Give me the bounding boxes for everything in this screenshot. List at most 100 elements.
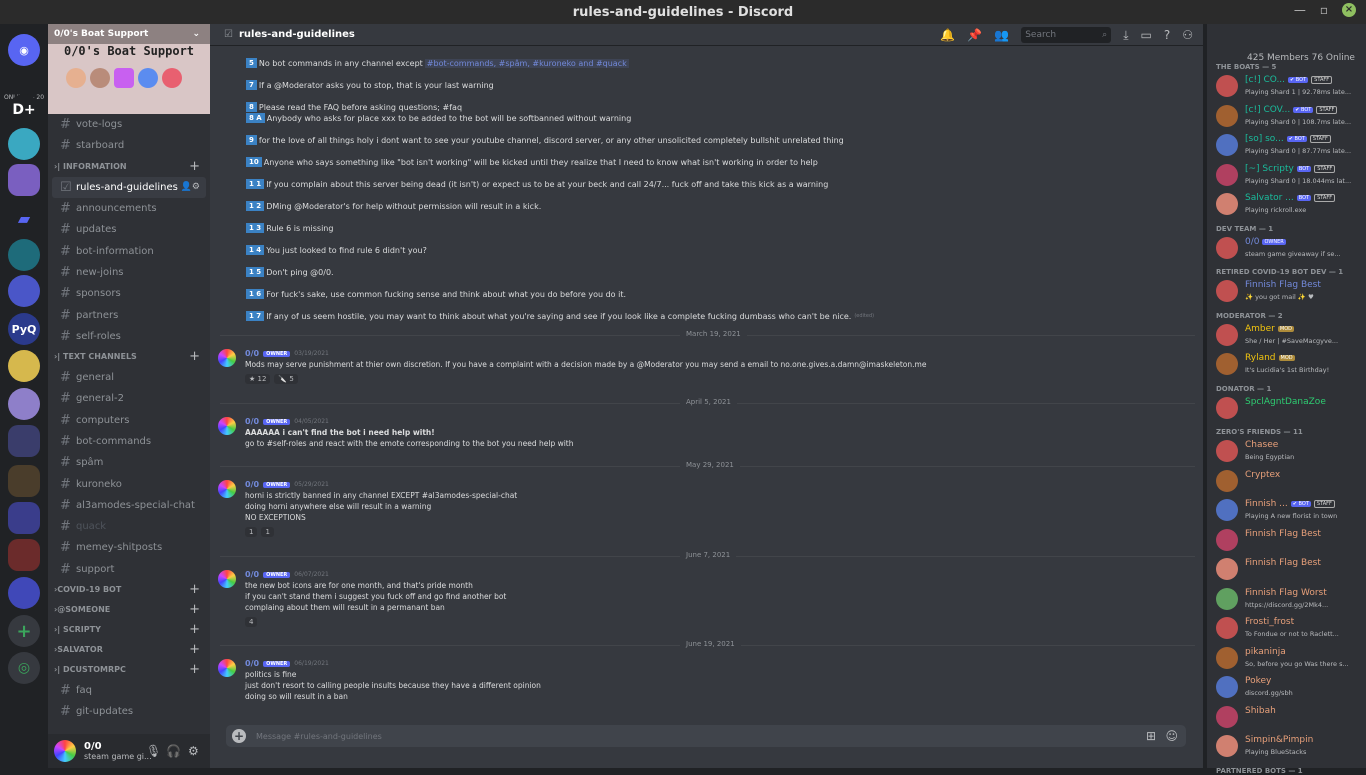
server-icon-dplus[interactable]: D+ xyxy=(8,94,40,126)
server-icon-7[interactable] xyxy=(8,577,40,609)
member-item[interactable]: Shibah xyxy=(1216,704,1366,730)
avatar[interactable] xyxy=(1216,75,1238,97)
avatar[interactable] xyxy=(1216,558,1238,580)
avatar[interactable] xyxy=(1216,353,1238,375)
server-icon-boat-support[interactable] xyxy=(8,164,40,196)
channel-item[interactable]: # new-joins xyxy=(48,262,210,283)
server-folder-4[interactable] xyxy=(8,539,40,571)
server-folder-3[interactable] xyxy=(8,502,40,534)
avatar[interactable] xyxy=(1216,587,1238,610)
member-item[interactable]: [~] Scripty BOT STAFF Playing Shard 0 | 18.… xyxy=(1216,162,1366,188)
member-item[interactable]: Pokey discord.gg/sbh xyxy=(1216,674,1366,700)
channel-category[interactable]: › @SOMEONE + xyxy=(48,600,210,620)
add-channel-icon[interactable]: + xyxy=(189,642,200,657)
close-icon[interactable]: × xyxy=(1342,3,1356,17)
server-icon-6[interactable] xyxy=(8,388,40,420)
pin-icon[interactable]: 📌 xyxy=(967,28,982,42)
avatar[interactable] xyxy=(1216,396,1238,419)
channel-item[interactable]: # self-roles xyxy=(48,326,210,347)
avatar[interactable] xyxy=(1216,134,1238,156)
member-item[interactable]: Frosti_frost To Fondue or not to Raclett.… xyxy=(1216,615,1366,641)
channel-item[interactable]: # support xyxy=(48,559,210,580)
channel-item[interactable]: # faq xyxy=(48,680,210,701)
channel-category[interactable]: › | DCUSTOMRPC + xyxy=(48,660,210,680)
add-channel-icon[interactable]: + xyxy=(189,622,200,637)
channel-category[interactable]: › COVID-19 BOT + xyxy=(48,580,210,600)
member-item[interactable]: pikaninja So, before you go Was there s..… xyxy=(1216,645,1366,671)
avatar[interactable] xyxy=(1216,469,1238,492)
add-channel-icon[interactable]: + xyxy=(189,582,200,597)
channel-settings-icon[interactable]: 👤⚙ xyxy=(181,182,200,192)
avatar[interactable] xyxy=(1216,193,1238,215)
channel-item[interactable]: # spâm xyxy=(48,452,210,473)
member-item[interactable]: Salvator ... BOT STAFF Playing rickroll.exe xyxy=(1216,191,1366,217)
server-folder-1[interactable] xyxy=(8,425,40,457)
settings-gear-icon[interactable]: ⚙ xyxy=(188,744,199,758)
search-input[interactable]: Search ⌕ xyxy=(1021,27,1112,43)
channel-item[interactable]: # announcements xyxy=(48,198,210,219)
explore-icon[interactable]: ◎ xyxy=(8,652,40,684)
server-icon-pyq[interactable]: PyQ xyxy=(8,313,40,345)
channel-item[interactable]: # bot-information xyxy=(48,240,210,261)
channel-item[interactable]: # computers xyxy=(48,410,210,431)
avatar[interactable] xyxy=(1216,676,1238,698)
server-header[interactable]: 0/0's Boat Support ⌄ xyxy=(48,24,210,44)
channel-item[interactable]: # al3amodes-special-chat xyxy=(48,495,210,516)
channel-category[interactable]: › | INFORMATION + xyxy=(48,157,210,177)
channel-item[interactable]: # quack xyxy=(48,516,210,537)
member-item[interactable]: Amber MOD She / Her | #SaveMacgyve... xyxy=(1216,322,1366,348)
avatar[interactable] xyxy=(1216,163,1238,186)
avatar[interactable] xyxy=(1216,499,1238,521)
channel-item[interactable]: # starboard xyxy=(48,135,210,156)
channel-item[interactable]: # memey-shitposts xyxy=(48,537,210,558)
member-item[interactable]: 0/0 OWNER steam game giveaway if se... xyxy=(1216,235,1366,261)
download-icon[interactable]: ⤓ xyxy=(1123,28,1128,43)
avatar[interactable] xyxy=(218,570,236,588)
member-item[interactable]: SpclAgntDanaZoe xyxy=(1216,395,1366,421)
reaction-chip[interactable]: ★ 12 xyxy=(245,374,271,384)
reaction-chip[interactable]: 1 xyxy=(261,527,274,537)
avatar[interactable] xyxy=(1216,646,1238,669)
server-icon-2[interactable] xyxy=(8,128,40,160)
message-author[interactable]: 0/0 xyxy=(245,480,259,489)
channel-item[interactable]: # general-2 xyxy=(48,388,210,409)
server-icon-4[interactable] xyxy=(8,275,40,307)
emoji-icon[interactable]: ☺ xyxy=(1165,729,1178,743)
message-author[interactable]: 0/0 xyxy=(245,570,259,579)
attach-plus-icon[interactable]: + xyxy=(232,729,246,743)
avatar[interactable] xyxy=(1216,705,1238,728)
avatar[interactable] xyxy=(1216,735,1238,757)
help-icon[interactable]: ? xyxy=(1164,28,1170,42)
avatar[interactable] xyxy=(1216,528,1238,551)
member-item[interactable]: Chasee Being Egyptian xyxy=(1216,438,1366,464)
channel-item[interactable]: # kuroneko xyxy=(48,473,210,494)
member-item[interactable]: Simpin&Pimpin Playing BlueStacks xyxy=(1216,733,1366,759)
server-icon-3[interactable] xyxy=(8,239,40,271)
channel-item[interactable]: # general xyxy=(48,367,210,388)
member-item[interactable]: [so] so... ✔ BOT STAFF Playing Shard 0 | 87… xyxy=(1216,132,1366,158)
server-icon-5[interactable] xyxy=(8,350,40,382)
avatar[interactable] xyxy=(218,659,236,677)
member-item[interactable]: [c!] CO... ✔ BOT STAFF Playing Shard 1 | 92… xyxy=(1216,73,1366,99)
avatar[interactable] xyxy=(218,480,236,498)
member-item[interactable]: Finnish Flag Worst https://discord.gg/2Mk… xyxy=(1216,586,1366,612)
avatar[interactable] xyxy=(218,349,236,367)
reaction-chip[interactable]: 4 xyxy=(245,617,258,627)
channel-item[interactable]: # git-updates xyxy=(48,701,210,722)
member-item[interactable]: Ryland MOD It's Lucidia's 1st Birthday! xyxy=(1216,351,1366,377)
avatar[interactable] xyxy=(54,740,76,762)
reaction-chip[interactable]: 1 xyxy=(245,527,258,537)
avatar[interactable] xyxy=(1216,236,1238,259)
avatar[interactable] xyxy=(218,417,236,435)
avatar[interactable] xyxy=(1216,280,1238,302)
member-item[interactable]: Finnish Flag Best ✨ you got mail ✨ ♥ xyxy=(1216,278,1366,304)
inbox-icon[interactable]: ▭ xyxy=(1141,28,1152,42)
channel-item[interactable]: # vote-logs xyxy=(48,114,210,135)
notification-bell-icon[interactable]: 🔔 xyxy=(940,28,955,42)
channel-item[interactable]: # partners xyxy=(48,304,210,325)
channel-category[interactable]: › | SCRIPTY + xyxy=(48,620,210,640)
maximize-icon[interactable]: ▫ xyxy=(1320,3,1328,17)
channel-link[interactable]: #bot-commands, #spâm, #kuroneko and #qua… xyxy=(424,58,629,68)
deafen-icon[interactable]: 🎧 xyxy=(166,744,181,758)
minimize-icon[interactable]: — xyxy=(1294,3,1306,17)
